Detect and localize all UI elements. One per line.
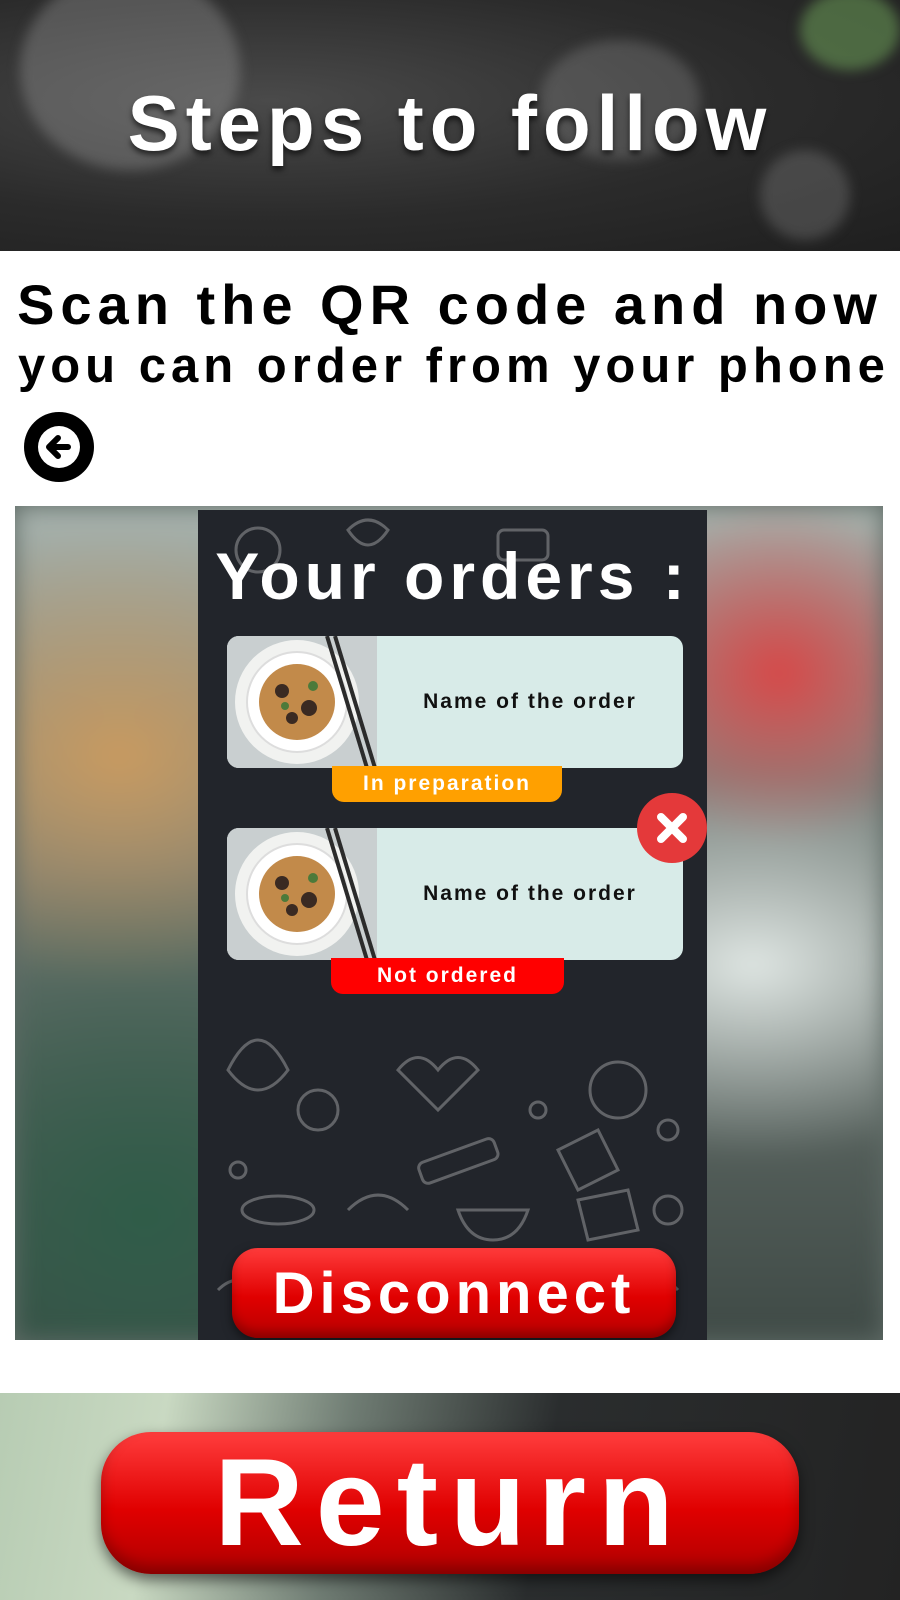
status-badge: Not ordered (331, 958, 564, 994)
close-icon (657, 813, 687, 843)
order-thumbnail (227, 828, 377, 960)
back-button[interactable] (24, 412, 94, 482)
return-button[interactable]: Return (101, 1432, 799, 1574)
page-title: Steps to follow (127, 79, 773, 167)
disconnect-button[interactable]: Disconnect (232, 1248, 676, 1338)
remove-order-button[interactable] (637, 793, 707, 863)
app-root: Steps to follow Scan the QR code and now… (0, 0, 900, 1600)
instruction-line-2: you can order from your phone ! (18, 339, 900, 393)
arrow-left-icon (38, 426, 80, 468)
order-card[interactable]: Name of the order (227, 636, 683, 768)
orders-title: Your orders : (215, 539, 690, 613)
order-name: Name of the order (423, 882, 637, 905)
order-name: Name of the order (423, 690, 637, 713)
header-banner: Steps to follow (0, 0, 900, 251)
order-card[interactable]: Name of the order (227, 828, 683, 960)
phone-screen: Your orders : Name of the order In prepa… (198, 510, 707, 1340)
status-badge: In preparation (332, 766, 562, 802)
order-thumbnail (227, 636, 377, 768)
instruction-line-1: Scan the QR code and now (17, 273, 883, 336)
